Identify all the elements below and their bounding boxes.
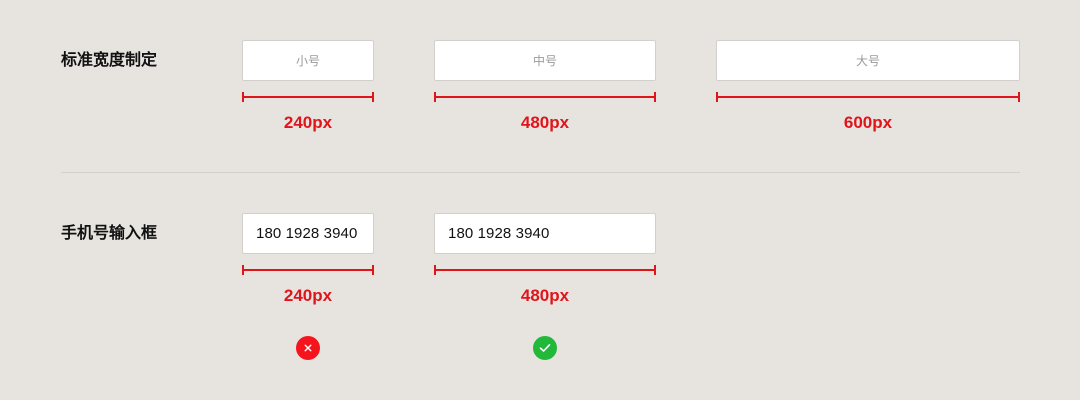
incorrect-badge — [296, 336, 320, 360]
width-label-large: 600px — [843, 113, 893, 132]
width-indicator-small — [242, 92, 374, 102]
phone-input-narrow-value: 180 1928 3940 — [256, 225, 358, 242]
phone-input-narrow[interactable]: 180 1928 3940 — [242, 213, 374, 254]
section-divider — [61, 172, 1020, 173]
width-label-small: 240px — [283, 113, 333, 132]
width-label-medium: 480px — [520, 113, 570, 132]
phone-input-wide-value: 180 1928 3940 — [448, 225, 550, 242]
input-large[interactable]: 大号 — [716, 40, 1020, 81]
phone-input-wide[interactable]: 180 1928 3940 — [434, 213, 656, 254]
width-indicator-phone-narrow — [242, 265, 374, 275]
width-label-phone-narrow: 240px — [283, 286, 333, 305]
section-label-phone-input: 手机号输入框 — [61, 225, 158, 242]
input-medium[interactable]: 中号 — [434, 40, 656, 81]
input-large-placeholder: 大号 — [855, 54, 880, 68]
width-indicator-medium — [434, 92, 656, 102]
width-indicator-large — [716, 92, 1020, 102]
correct-badge — [533, 336, 557, 360]
input-small[interactable]: 小号 — [242, 40, 374, 81]
section-label-standard-width: 标准宽度制定 — [61, 52, 158, 69]
input-medium-placeholder: 中号 — [532, 54, 557, 68]
check-icon — [539, 344, 551, 352]
width-indicator-phone-wide — [434, 265, 656, 275]
close-icon — [304, 344, 312, 352]
input-small-placeholder: 小号 — [295, 54, 320, 68]
width-label-phone-wide: 480px — [520, 286, 570, 305]
